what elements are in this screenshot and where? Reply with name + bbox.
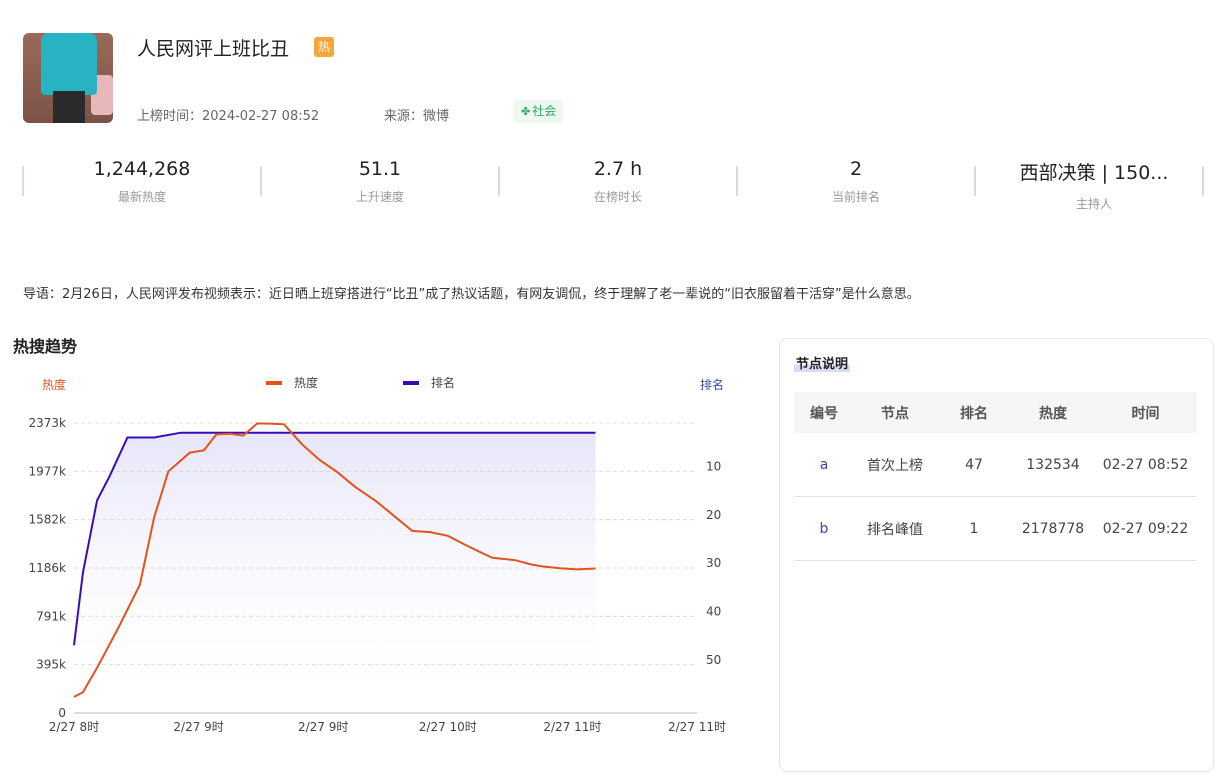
y-left-tick-label: 2373k xyxy=(29,416,67,430)
node-id: a xyxy=(794,433,854,497)
node-time: 02-27 09:22 xyxy=(1094,496,1197,561)
x-tick-label: 2/27 11时 xyxy=(668,720,726,734)
intro-text: 导语：2月26日，人民网评发布视频表示：近日晒上班穿搭进行“比丑”成了热议话题，… xyxy=(23,287,920,302)
stat-value: 2 xyxy=(849,158,863,180)
x-tick-label: 2/27 9时 xyxy=(298,720,348,734)
stat-label: 主持人 xyxy=(1075,197,1112,211)
node-time: 02-27 08:52 xyxy=(1094,433,1197,497)
stat-latest-heat: 1,244,268 最新热度 xyxy=(23,158,261,205)
stat-value: 2.7 h xyxy=(593,158,643,180)
topic-thumbnail xyxy=(23,33,113,123)
hot-badge: 热 xyxy=(314,37,334,57)
node-heat: 132534 xyxy=(1012,433,1094,497)
y-right-tick-label: 40 xyxy=(706,605,721,619)
nodes-panel-title: 节点说明 xyxy=(794,353,851,372)
y-right-tick-label: 10 xyxy=(706,460,721,474)
node-heat: 2178778 xyxy=(1012,496,1094,561)
y-right-tick-label: 50 xyxy=(706,653,721,667)
nodes-panel: 节点说明 编号 节点 排名 热度 时间 a 首次上榜 47 132534 02-… xyxy=(779,338,1214,772)
stat-current-rank: 2 当前排名 xyxy=(737,158,975,205)
y-right-tick-label: 20 xyxy=(706,508,721,522)
nodes-table: 编号 节点 排名 热度 时间 a 首次上榜 47 132534 02-27 08… xyxy=(794,392,1197,561)
category-tag-label: 社会 xyxy=(532,104,557,118)
source-label: 来源：微博 xyxy=(384,109,450,124)
clover-icon: ✤ xyxy=(521,105,531,118)
stat-duration: 2.7 h 在榜时长 xyxy=(499,158,737,205)
node-name: 首次上榜 xyxy=(854,433,936,497)
category-tag[interactable]: ✤ 社会 xyxy=(514,100,564,123)
stat-label: 最新热度 xyxy=(117,190,166,204)
table-row: b 排名峰值 1 2178778 02-27 09:22 xyxy=(794,496,1197,561)
y-right-tick-label: 30 xyxy=(706,556,721,570)
column-header: 热度 xyxy=(1012,392,1094,433)
column-header: 排名 xyxy=(936,392,1012,433)
node-id: b xyxy=(794,496,854,561)
y-right-axis-title: 排名 xyxy=(700,377,724,392)
stat-value: 西部决策 | 150... xyxy=(1019,162,1169,184)
stat-host[interactable]: 西部决策 | 150... 主持人 xyxy=(975,158,1213,212)
column-header: 时间 xyxy=(1094,392,1197,433)
y-left-tick-label: 1186k xyxy=(29,561,67,575)
table-header-row: 编号 节点 排名 热度 时间 xyxy=(794,392,1197,433)
node-name: 排名峰值 xyxy=(854,496,936,561)
node-rank: 47 xyxy=(936,433,1012,497)
node-rank: 1 xyxy=(936,496,1012,561)
x-tick-label: 2/27 10时 xyxy=(419,720,477,734)
y-left-axis-title: 热度 xyxy=(42,377,66,392)
stat-value: 1,244,268 xyxy=(93,158,191,180)
y-left-tick-label: 0 xyxy=(58,706,66,720)
legend-label: 排名 xyxy=(431,375,455,390)
y-left-tick-label: 1977k xyxy=(29,464,67,478)
trend-chart: 0 395k 791k 1186k 1582k 1977k 2373k 10 20 30 40 50 2… xyxy=(29,375,727,734)
x-tick-label: 2/27 11时 xyxy=(543,720,601,734)
page-title: 人民网评上班比丑 xyxy=(137,38,290,60)
table-row: a 首次上榜 47 132534 02-27 08:52 xyxy=(794,433,1197,497)
stat-value: 51.1 xyxy=(358,158,402,180)
stat-label: 当前排名 xyxy=(831,190,880,204)
x-tick-label: 2/27 9时 xyxy=(173,720,223,734)
rank-area xyxy=(74,432,596,713)
trend-section-title: 热搜趋势 xyxy=(13,337,78,356)
column-header: 节点 xyxy=(854,392,936,433)
column-header: 编号 xyxy=(794,392,854,433)
y-left-tick-label: 791k xyxy=(36,609,66,623)
stat-label: 在榜时长 xyxy=(593,190,642,204)
x-tick-label: 2/27 8时 xyxy=(49,720,99,734)
listed-time: 上榜时间：2024-02-27 08:52 xyxy=(137,109,320,124)
legend-label: 热度 xyxy=(294,375,318,390)
y-left-tick-label: 1582k xyxy=(29,513,67,527)
stat-rise-speed: 51.1 上升速度 xyxy=(261,158,499,205)
y-left-tick-label: 395k xyxy=(36,658,66,672)
stat-label: 上升速度 xyxy=(355,190,404,204)
